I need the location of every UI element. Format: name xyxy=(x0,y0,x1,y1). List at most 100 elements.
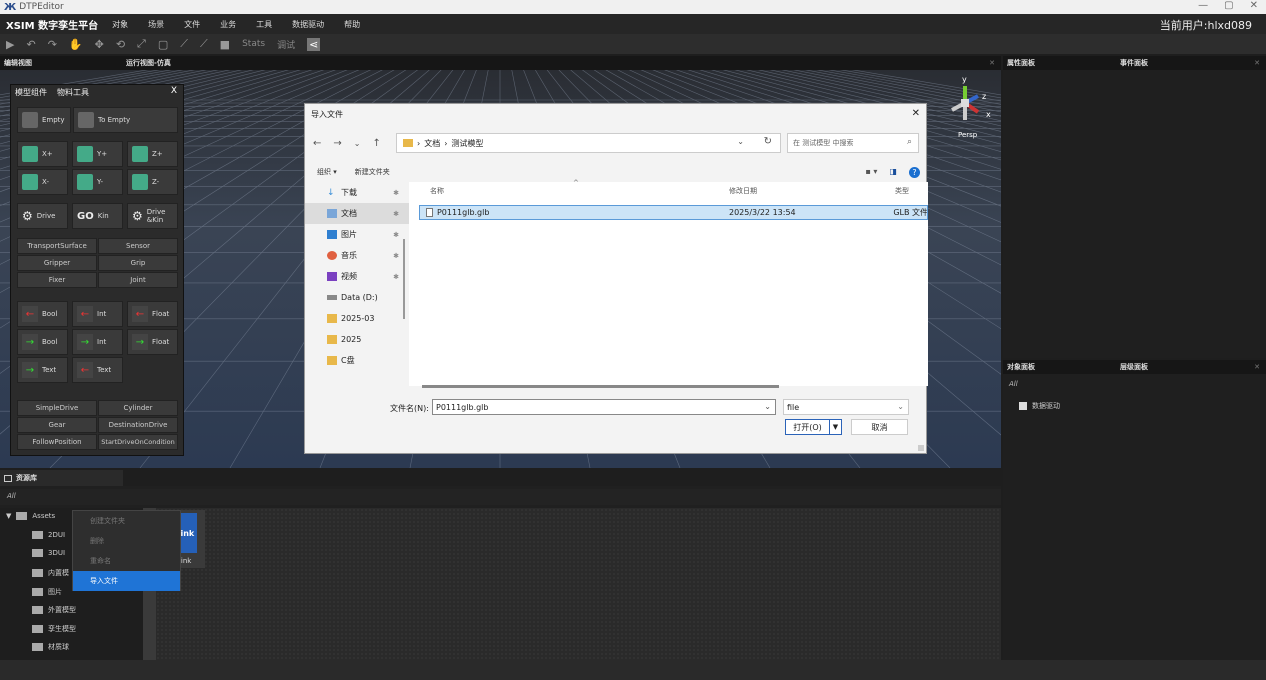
filename-dropdown-icon[interactable]: ⌄ xyxy=(764,402,771,411)
minimize-button[interactable]: — xyxy=(1198,0,1208,11)
recent-chevron-icon[interactable]: ⌄ xyxy=(354,139,361,148)
menu-scene[interactable]: 场景 xyxy=(148,19,164,30)
menu-object[interactable]: 对象 xyxy=(112,19,128,30)
input-bool-button[interactable]: ← Bool xyxy=(17,301,68,327)
up-icon[interactable]: ↑ xyxy=(372,138,380,149)
help-icon[interactable]: ? xyxy=(909,166,920,178)
input-float-button[interactable]: ← Float xyxy=(127,301,178,327)
close-model-panel-button[interactable]: X xyxy=(171,86,177,96)
scale-icon[interactable]: ⤢ xyxy=(137,37,146,51)
sensor-button[interactable]: Sensor xyxy=(98,238,178,254)
tab-properties[interactable]: 属性面板 xyxy=(1007,58,1120,68)
tree-folder-materials[interactable]: 材质球 xyxy=(32,642,69,652)
preview-pane-icon[interactable]: ◨ xyxy=(889,167,897,178)
filetype-select[interactable]: file ⌄ xyxy=(783,399,909,415)
output-float-button[interactable]: → Float xyxy=(127,329,178,355)
menu-delete[interactable]: 删除 xyxy=(73,531,180,551)
drive-button[interactable]: ⚙ Drive xyxy=(17,203,68,229)
object-item[interactable]: 数据驱动 xyxy=(1019,401,1060,411)
axis-x-plus-button[interactable]: X+ xyxy=(17,141,68,167)
view-mode-icon[interactable]: ▪ ▾ xyxy=(865,167,877,178)
output-int-button[interactable]: → Int xyxy=(72,329,123,355)
expand-caret-icon[interactable]: ▼ xyxy=(6,512,11,520)
rotate-icon[interactable]: ⟲ xyxy=(116,38,125,51)
objects-filter[interactable]: All xyxy=(1009,380,1018,388)
menu-business[interactable]: 业务 xyxy=(220,19,236,30)
tree-folder-3dui[interactable]: 3DUI xyxy=(32,549,65,557)
nav-scrollbar[interactable] xyxy=(403,239,405,319)
tree-folder-builtin[interactable]: 内置模 xyxy=(32,568,69,578)
nav-item-2025[interactable]: 2025 xyxy=(305,329,409,350)
camera-mode-label[interactable]: Persp xyxy=(958,131,977,139)
open-button[interactable]: 打开(O) ▼ xyxy=(785,419,842,435)
menu-file[interactable]: 文件 xyxy=(184,19,200,30)
tree-folder-2dui[interactable]: 2DUI xyxy=(32,531,65,539)
rect-icon[interactable]: ▢ xyxy=(158,38,168,51)
file-row-selected[interactable]: P0111glb.glb 2025/3/22 13:54 GLB 文件 xyxy=(419,205,928,220)
close-viewport-icon[interactable]: ✕ xyxy=(989,59,995,67)
menu-tools[interactable]: 工具 xyxy=(256,19,272,30)
close-window-button[interactable]: ✕ xyxy=(1250,0,1258,11)
empty-button[interactable]: Empty xyxy=(17,107,71,133)
column-name[interactable]: 名称 xyxy=(430,186,444,196)
address-bar[interactable]: › 文档 › 测试模型 ⌄ ↻ xyxy=(396,133,781,153)
follow-position-button[interactable]: FollowPosition xyxy=(17,434,97,450)
axis-z-minus-button[interactable]: Z- xyxy=(127,169,178,195)
nav-item-documents[interactable]: 文档 ✱ xyxy=(305,203,409,224)
gear-button[interactable]: Gear xyxy=(17,417,97,433)
menu-import-file[interactable]: 导入文件 xyxy=(73,571,180,591)
tab-objects[interactable]: 对象面板 xyxy=(1007,362,1120,372)
organize-button[interactable]: 组织 ▾ xyxy=(317,167,337,177)
input-text-button[interactable]: ← Text xyxy=(72,357,123,383)
simple-drive-button[interactable]: SimpleDrive xyxy=(17,400,97,416)
tree-root-assets[interactable]: ▼ Assets xyxy=(6,512,55,520)
tab-material-tools[interactable]: 物料工具 xyxy=(57,87,89,98)
camera-icon[interactable]: ■ xyxy=(220,38,230,51)
breadcrumb-test-models[interactable]: 测试模型 xyxy=(451,138,483,149)
tab-edit-view[interactable]: 编辑视图 xyxy=(4,58,126,68)
mode-button[interactable]: 调试 xyxy=(277,38,295,51)
stats-button[interactable]: Stats xyxy=(242,39,265,49)
line-icon[interactable]: ⟋ xyxy=(180,37,188,51)
kin-button[interactable]: GO Kin xyxy=(72,203,123,229)
nav-item-music[interactable]: 音乐 ✱ xyxy=(305,245,409,266)
drive-kin-button[interactable]: ⚙ Drive &Kin xyxy=(127,203,178,229)
transport-surface-button[interactable]: TransportSurface xyxy=(17,238,97,254)
search-input[interactable]: 在 测试模型 中搜索 ⌕ xyxy=(787,133,919,153)
horizontal-scrollbar[interactable] xyxy=(422,385,779,388)
column-date[interactable]: 修改日期 xyxy=(729,186,757,196)
grip-button[interactable]: Grip xyxy=(98,255,178,271)
forward-icon[interactable]: → xyxy=(333,138,341,149)
close-right-panel-icon[interactable]: ✕ xyxy=(1254,59,1260,67)
menu-help[interactable]: 帮助 xyxy=(344,19,360,30)
redo-icon[interactable]: ↷ xyxy=(48,38,57,51)
back-icon[interactable]: ← xyxy=(313,138,321,149)
pivot-icon[interactable]: ⟋ xyxy=(200,37,208,51)
gripper-button[interactable]: Gripper xyxy=(17,255,97,271)
refresh-icon[interactable]: ↻ xyxy=(764,136,772,147)
menu-rename[interactable]: 重命名 xyxy=(73,551,180,571)
assets-tab[interactable]: 资源库 xyxy=(0,470,123,486)
nav-item-data-drive[interactable]: Data (D:) xyxy=(305,287,409,308)
axis-x-minus-button[interactable]: X- xyxy=(17,169,68,195)
column-type[interactable]: 类型 xyxy=(895,186,909,196)
assets-filter-bar[interactable]: All xyxy=(0,489,1001,505)
input-int-button[interactable]: ← Int xyxy=(72,301,123,327)
undo-icon[interactable]: ↶ xyxy=(26,38,35,51)
nav-item-2025-03[interactable]: 2025-03 xyxy=(305,308,409,329)
menu-data-driven[interactable]: 数据驱动 xyxy=(292,19,324,30)
close-objects-panel-icon[interactable]: ✕ xyxy=(1254,363,1260,371)
tree-folder-external-models[interactable]: 外置模型 xyxy=(32,605,76,615)
resize-grip-icon[interactable] xyxy=(918,445,924,451)
nav-item-downloads[interactable]: ↓ 下载 ✱ xyxy=(305,182,409,203)
tree-folder-twin-models[interactable]: 孪生模型 xyxy=(32,624,76,634)
output-text-button[interactable]: → Text xyxy=(17,357,68,383)
hand-icon[interactable]: ✋ xyxy=(69,38,83,51)
tab-events[interactable]: 事件面板 xyxy=(1120,58,1148,68)
axis-z-plus-button[interactable]: Z+ xyxy=(127,141,178,167)
tab-hierarchy[interactable]: 层级面板 xyxy=(1120,362,1148,372)
axis-y-minus-button[interactable]: Y- xyxy=(72,169,123,195)
filename-input[interactable]: P0111glb.glb ⌄ xyxy=(432,399,776,415)
nav-item-c-drive[interactable]: C盘 xyxy=(305,350,409,371)
address-dropdown-icon[interactable]: ⌄ xyxy=(737,137,744,146)
